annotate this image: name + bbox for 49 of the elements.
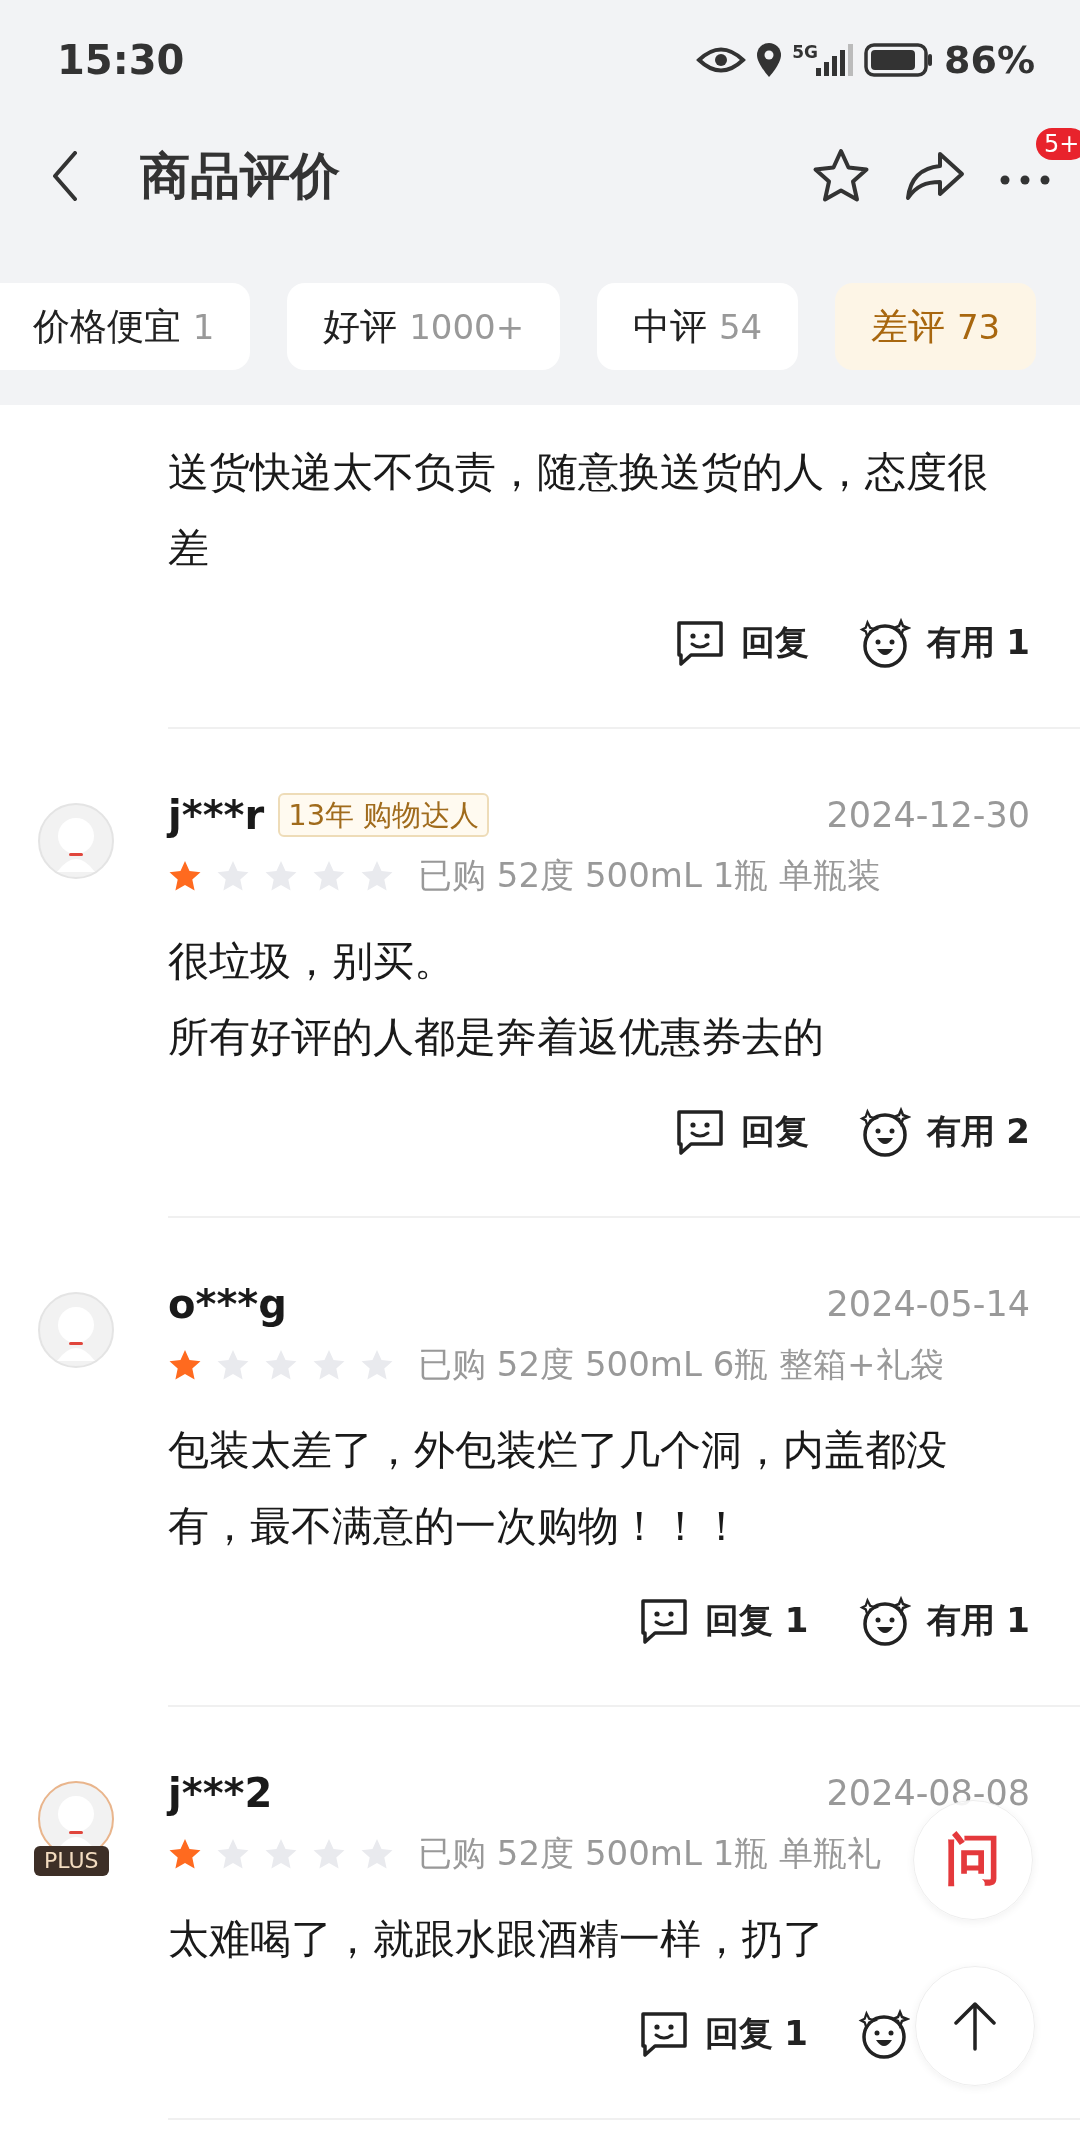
useful-button[interactable]: 有用 1: [858, 613, 1030, 673]
plus-badge: PLUS: [34, 1846, 109, 1876]
purchase-spec: 已购 52度 500mL 1瓶 单瓶装: [418, 854, 882, 897]
rating-star-icon: [168, 860, 202, 892]
user-name: o***g: [168, 1281, 287, 1327]
smiley-icon: [858, 1106, 911, 1158]
user-name: j***2: [168, 1770, 273, 1816]
rating-star-icon: [168, 1838, 202, 1870]
comment-icon: [674, 1108, 725, 1156]
comment-icon: [674, 619, 725, 667]
eye-icon: [696, 45, 747, 75]
battery-level: 86%: [944, 38, 1035, 82]
battery-icon: [864, 43, 935, 77]
useful-button[interactable]: 有用 1: [858, 1591, 1030, 1651]
back-icon[interactable]: [52, 151, 78, 201]
review-text: 太难喝了，就跟水跟酒精一样，扔了: [168, 1914, 825, 1965]
comment-icon: [639, 1597, 689, 1645]
location-icon: [756, 42, 783, 78]
review-text: 送货快递太不负责，随意换送货的人，态度很差: [168, 447, 989, 574]
filter-tab[interactable]: 中评 54: [597, 283, 799, 370]
purchase-spec: 已购 52度 500mL 1瓶 单瓶礼: [418, 1832, 882, 1875]
filter-tab[interactable]: 价格便宜 1: [0, 283, 251, 370]
page-title: 商品评价: [140, 145, 340, 207]
share-icon[interactable]: [904, 150, 966, 202]
reply-button[interactable]: 回复: [674, 1102, 809, 1162]
comment-icon: [638, 2010, 689, 2058]
rating-star-icon: [168, 1349, 202, 1381]
smiley-icon: [858, 617, 911, 669]
review-date: 2024-12-30: [826, 795, 1030, 835]
notification-badge: 5+: [1036, 127, 1080, 160]
user-name: j***r: [168, 792, 265, 838]
filter-tab[interactable]: 差评 73: [835, 283, 1037, 370]
member-badge: 13年 购物达人: [278, 793, 490, 837]
review-text: 包装太差了，外包装烂了几个洞，内盖都没有，最不满意的一次购物！！！: [168, 1425, 948, 1552]
review-text: 所有好评的人都是奔着返优惠券去的: [168, 1012, 825, 1063]
network-type: 5G: [792, 42, 819, 62]
purchase-spec: 已购 52度 500mL 6瓶 整箱+礼袋: [418, 1343, 944, 1386]
star-icon[interactable]: [812, 148, 870, 204]
review-date: 2024-05-14: [826, 1284, 1030, 1324]
status-time: 15:30: [57, 37, 185, 83]
smiley-icon: [858, 1595, 911, 1647]
reply-button[interactable]: 回复: [674, 613, 809, 673]
filter-tab[interactable]: 好评 1000+: [287, 283, 561, 370]
review-text: 很垃圾，别买。: [168, 936, 456, 987]
arrow-up-icon: [953, 2001, 997, 2051]
reply-button[interactable]: 回复 1: [638, 2004, 808, 2064]
useful-button[interactable]: 有用 2: [858, 1102, 1030, 1162]
reply-button[interactable]: 回复 1: [639, 1591, 809, 1651]
more-icon[interactable]: [1000, 174, 1050, 185]
